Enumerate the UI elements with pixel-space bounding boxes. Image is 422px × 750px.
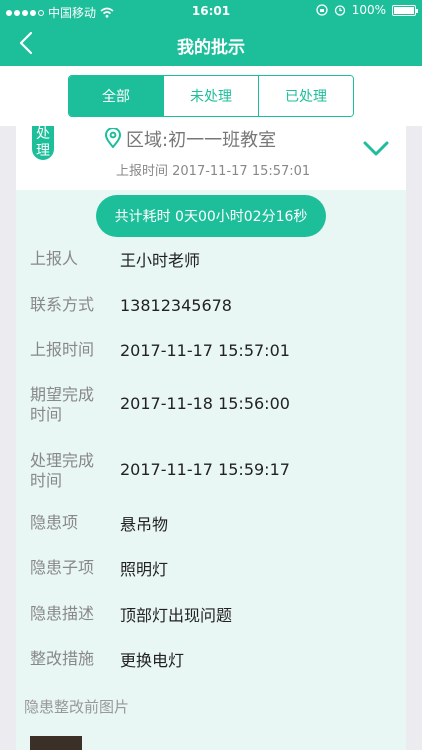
detail-value: 顶部灯出现问题 <box>120 606 233 625</box>
tab-unprocessed[interactable]: 未处理 <box>164 76 259 116</box>
photo-section-label: 隐患整改前图片 <box>24 698 130 716</box>
status-badge: 处理 <box>32 126 54 160</box>
detail-label: 处理完成时间 <box>30 451 95 490</box>
filter-tabs-area: 全部 未处理 已处理 <box>0 66 422 126</box>
report-time: 上报时间 2017-11-17 15:57:01 <box>116 164 311 179</box>
detail-value[interactable]: 13812345678 <box>120 296 232 315</box>
detail-row-completed-time: 处理完成时间 2017-11-17 15:59:17 <box>16 449 406 491</box>
detail-value: 2017-11-17 15:59:17 <box>120 460 290 479</box>
detail-value: 2017-11-18 15:56:00 <box>120 394 290 413</box>
status-bar: 中国移动 16:01 100% <box>0 0 422 22</box>
detail-label: 上报时间 <box>30 340 95 359</box>
detail-row-report-time: 上报时间 2017-11-17 15:57:01 <box>16 339 406 361</box>
alarm-icon <box>334 5 345 16</box>
detail-value: 王小时老师 <box>120 251 201 270</box>
hazard-photo-thumbnail[interactable] <box>30 736 82 750</box>
detail-value: 悬吊物 <box>120 515 169 534</box>
detail-label: 隐患子项 <box>30 558 95 577</box>
rotation-lock-icon <box>316 4 328 16</box>
detail-row-rectification: 整改措施 更换电灯 <box>16 648 406 670</box>
detail-row-contact: 联系方式 13812345678 <box>16 294 406 316</box>
page-gutter <box>406 126 422 750</box>
detail-value: 更换电灯 <box>120 651 185 670</box>
tab-all[interactable]: 全部 <box>69 76 164 116</box>
detail-value: 照明灯 <box>120 560 169 579</box>
detail-row-expected-time: 期望完成时间 2017-11-18 15:56:00 <box>16 383 406 425</box>
page-title: 我的批示 <box>177 38 245 58</box>
detail-label: 整改措施 <box>30 649 95 668</box>
report-card-header[interactable]: 处理 区域:初一一班教室 上报时间 2017-11-17 15:57:01 <box>16 126 406 190</box>
detail-row-hazard-subitem: 隐患子项 照明灯 <box>16 557 406 579</box>
detail-row-hazard-item: 隐患项 悬吊物 <box>16 512 406 534</box>
detail-label: 上报人 <box>30 249 79 268</box>
total-time-pill: 共计耗时 0天00小时02分16秒 <box>96 195 326 237</box>
battery-icon <box>392 4 418 16</box>
location-pin-icon <box>104 128 122 148</box>
tab-processed[interactable]: 已处理 <box>259 76 353 116</box>
detail-row-hazard-description: 隐患描述 顶部灯出现问题 <box>16 603 406 625</box>
nav-bar: 我的批示 <box>0 22 422 66</box>
region-text: 区域:初一一班教室 <box>126 130 277 151</box>
detail-label: 隐患项 <box>30 513 79 532</box>
detail-label: 期望完成时间 <box>30 385 95 424</box>
chevron-down-icon[interactable] <box>362 138 390 158</box>
detail-value: 2017-11-17 15:57:01 <box>120 340 290 360</box>
detail-label: 隐患描述 <box>30 604 95 623</box>
battery-percent: 100% <box>351 3 386 17</box>
detail-row-reporter: 上报人 王小时老师 <box>16 248 406 270</box>
detail-panel: 共计耗时 0天00小时02分16秒 上报人 王小时老师 联系方式 1381234… <box>16 190 406 750</box>
filter-tabs: 全部 未处理 已处理 <box>68 75 354 117</box>
status-bar-right: 100% <box>316 3 418 17</box>
detail-label: 联系方式 <box>30 295 95 314</box>
